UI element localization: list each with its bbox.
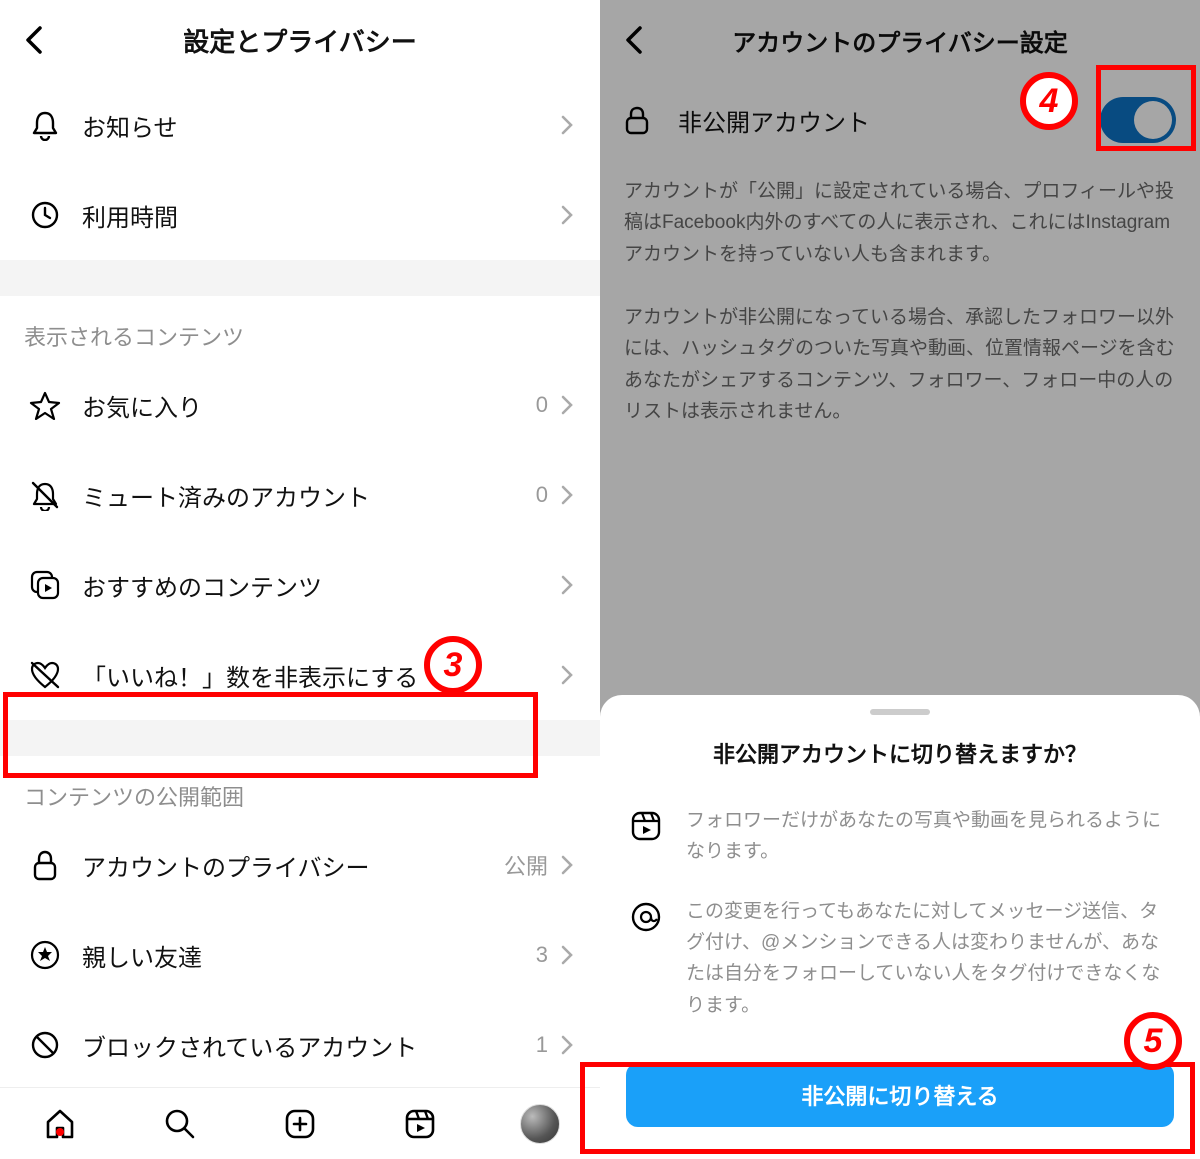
account-privacy-screen: アカウントのプライバシー設定 非公開アカウント アカウントが「公開」に設定されて… <box>600 0 1200 1159</box>
toggle-label: 非公開アカウント <box>678 103 1100 138</box>
row-label: おすすめのコンテンツ <box>82 568 558 603</box>
row-blocked-accounts[interactable]: ブロックされているアカウント 1 <box>0 1000 600 1090</box>
sheet-title: 非公開アカウントに切り替えますか？ <box>626 737 1174 769</box>
back-chevron-icon <box>623 25 645 55</box>
row-favorites[interactable]: お気に入り 0 <box>0 360 600 450</box>
section-header-visibility: コンテンツの公開範囲 <box>0 756 600 820</box>
row-account-privacy[interactable]: アカウントのプライバシー 公開 <box>0 820 600 910</box>
row-muted-accounts[interactable]: ミュート済みのアカウント 0 <box>0 450 600 540</box>
row-label: お知らせ <box>82 108 558 143</box>
block-icon <box>30 1030 60 1060</box>
chevron-right-icon <box>560 574 574 596</box>
row-value: 0 <box>536 392 548 418</box>
page-title: アカウントのプライバシー設定 <box>600 23 1200 58</box>
bell-off-icon <box>29 479 61 511</box>
section-divider <box>0 260 600 296</box>
heart-off-icon <box>29 660 61 690</box>
back-button[interactable] <box>12 18 56 62</box>
chevron-right-icon <box>560 944 574 966</box>
private-account-toggle[interactable] <box>1100 97 1176 143</box>
row-value: 公開 <box>504 849 548 881</box>
add-post-icon <box>283 1107 317 1141</box>
confirm-switch-private-button[interactable]: 非公開に切り替える <box>626 1063 1174 1127</box>
section-header-content: 表示されるコンテンツ <box>0 296 600 360</box>
description-private: アカウントが非公開になっている場合、承認したフォロワー以外には、ハッシュタグのつ… <box>600 286 1200 443</box>
search-icon <box>163 1107 197 1141</box>
nav-profile[interactable] <box>520 1104 560 1144</box>
lock-icon <box>31 849 59 881</box>
row-label: 利用時間 <box>82 198 558 233</box>
row-private-account: 非公開アカウント <box>600 80 1200 160</box>
chevron-right-icon <box>560 664 574 686</box>
sheet-row-mention: この変更を行ってもあなたに対してメッセージ送信、タグ付け、@メンションできる人は… <box>626 896 1174 1021</box>
star-icon <box>29 390 61 420</box>
bell-icon <box>30 109 60 141</box>
row-label: 親しい友達 <box>82 938 536 973</box>
home-notification-dot <box>56 1128 64 1136</box>
row-value: 1 <box>536 1032 548 1058</box>
row-time-spent[interactable]: 利用時間 <box>0 170 600 260</box>
chevron-right-icon <box>560 484 574 506</box>
page-title: 設定とプライバシー <box>0 22 600 59</box>
sheet-row-reels: フォロワーだけがあなたの写真や動画を見られるようになります。 <box>626 805 1174 868</box>
sheet-desc1: フォロワーだけがあなたの写真や動画を見られるようになります。 <box>686 805 1174 868</box>
media-stack-icon <box>29 569 61 601</box>
row-label: ミュート済みのアカウント <box>82 478 536 513</box>
nav-create[interactable] <box>280 1104 320 1144</box>
nav-reels[interactable] <box>400 1104 440 1144</box>
chevron-right-icon <box>560 114 574 136</box>
chevron-right-icon <box>560 1034 574 1056</box>
nav-search[interactable] <box>160 1104 200 1144</box>
confirm-sheet: 非公開アカウントに切り替えますか？ フォロワーだけがあなたの写真や動画を見られる… <box>600 695 1200 1159</box>
sheet-desc2: この変更を行ってもあなたに対してメッセージ送信、タグ付け、@メンションできる人は… <box>686 896 1174 1021</box>
bottom-nav <box>0 1087 600 1159</box>
sheet-handle[interactable] <box>870 709 930 715</box>
header: アカウントのプライバシー設定 <box>600 0 1200 80</box>
row-suggested-content[interactable]: おすすめのコンテンツ <box>0 540 600 630</box>
reels-icon <box>403 1107 437 1141</box>
avatar <box>520 1104 560 1144</box>
row-close-friends[interactable]: 親しい友達 3 <box>0 910 600 1000</box>
description-public: アカウントが「公開」に設定されている場合、プロフィールや投稿はFacebook内… <box>600 160 1200 286</box>
back-button[interactable] <box>612 18 656 62</box>
settings-privacy-screen: 設定とプライバシー お知らせ 利用時間 表示されるコンテンツ お気に入り 0 ミ… <box>0 0 600 1159</box>
at-icon <box>629 900 663 934</box>
back-chevron-icon <box>23 25 45 55</box>
row-hide-likes[interactable]: 「いいね！」数を非表示にする <box>0 630 600 720</box>
header: 設定とプライバシー <box>0 0 600 80</box>
row-label: 「いいね！」数を非表示にする <box>82 658 558 693</box>
chevron-right-icon <box>560 394 574 416</box>
chevron-right-icon <box>560 854 574 876</box>
row-label: アカウントのプライバシー <box>82 848 504 883</box>
row-value: 0 <box>536 482 548 508</box>
clock-icon <box>30 200 60 230</box>
star-circle-icon <box>30 940 60 970</box>
chevron-right-icon <box>560 204 574 226</box>
row-value: 3 <box>536 942 548 968</box>
reels-icon <box>629 809 663 843</box>
row-notifications[interactable]: お知らせ <box>0 80 600 170</box>
lock-icon <box>624 105 650 135</box>
row-label: お気に入り <box>82 388 536 423</box>
nav-home[interactable] <box>40 1104 80 1144</box>
row-label: ブロックされているアカウント <box>82 1028 536 1063</box>
confirm-button-label: 非公開に切り替える <box>801 1079 998 1111</box>
section-divider <box>0 720 600 756</box>
